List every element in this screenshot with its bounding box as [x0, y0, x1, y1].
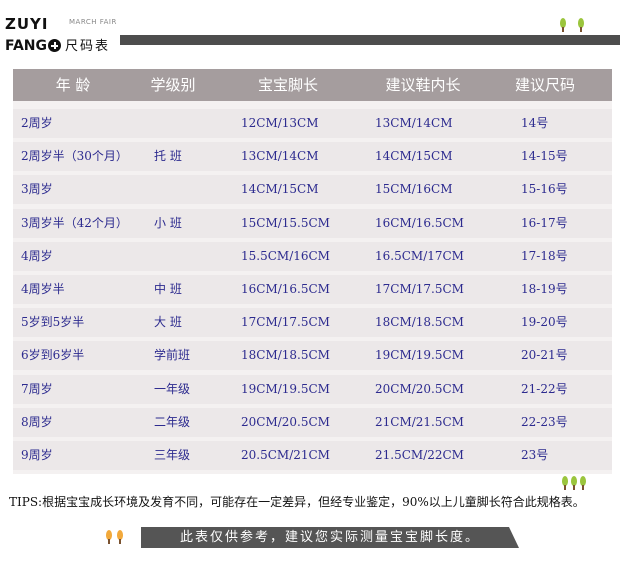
cell-size: 15-16号 — [521, 182, 568, 197]
cell-level: 二年级 — [154, 414, 191, 429]
cell-inner-length: 18CM/18.5CM — [375, 315, 464, 330]
cell-foot-length: 17CM/17.5CM — [241, 315, 330, 330]
brand-logo: ZUYI MARCH FAIR FANG 尺码表 — [5, 14, 116, 54]
cell-level: 托 班 — [154, 149, 182, 164]
cell-age: 5岁到5岁半 — [21, 315, 85, 330]
cell-level: 一年级 — [154, 381, 191, 396]
brand-subtitle: MARCH FAIR — [69, 18, 117, 26]
tree-icon — [561, 476, 569, 490]
cell-age: 2周岁 — [21, 116, 53, 130]
cell-level: 三年级 — [154, 448, 191, 462]
cell-inner-length: 14CM/15CM — [375, 149, 453, 164]
cell-foot-length: 20.5CM/21CM — [241, 448, 330, 462]
cell-foot-length: 15CM/15.5CM — [241, 215, 330, 230]
table-row: 2周岁 12CM/13CM 13CM/14CM 14号 — [13, 109, 612, 138]
cell-size: 19-20号 — [521, 315, 568, 330]
brand-fang: FANG — [5, 38, 47, 54]
cell-age: 8周岁 — [21, 414, 53, 429]
cell-age: 7周岁 — [21, 381, 53, 396]
cell-size: 16-17号 — [521, 215, 568, 230]
cell-inner-length: 16.5CM/17CM — [375, 248, 464, 263]
table-row: 4周岁 15.5CM/16CM 16.5CM/17CM 17-18号 — [13, 241, 612, 271]
brand-name: ZUYI — [5, 15, 49, 33]
cell-inner-length: 16CM/16.5CM — [375, 215, 464, 230]
cell-age: 2周岁半（30个月） — [21, 149, 128, 164]
cell-foot-length: 20CM/20.5CM — [241, 414, 330, 429]
cell-foot-length: 15.5CM/16CM — [241, 248, 330, 263]
cell-inner-length: 20CM/20.5CM — [375, 381, 464, 396]
cell-size: 21-22号 — [521, 381, 568, 396]
table-row: 8周岁 二年级 20CM/20.5CM 21CM/21.5CM 22-23号 — [13, 407, 612, 437]
table-row: 5岁到5岁半 大 班 17CM/17.5CM 18CM/18.5CM 19-20号 — [13, 308, 612, 338]
footer-note: 此表仅供参考，建议您实际测量宝宝脚长度。 — [141, 527, 519, 548]
table-row: 9周岁 三年级 20.5CM/21CM 21.5CM/22CM 23号 — [13, 441, 612, 470]
table-row: 3周岁 14CM/15CM 15CM/16CM 15-16号 — [13, 175, 612, 205]
cell-inner-length: 15CM/16CM — [375, 182, 453, 197]
cell-size: 20-21号 — [521, 348, 568, 363]
table-row: 3周岁半（42个月） 小 班 15CM/15.5CM 16CM/16.5CM 16-17… — [13, 208, 612, 238]
cell-level: 中 班 — [154, 282, 182, 296]
cell-foot-length: 19CM/19.5CM — [241, 381, 330, 396]
table-row: 4周岁半 中 班 16CM/16.5CM 17CM/17.5CM 18-19号 — [13, 275, 612, 304]
header-level: 学级别 — [150, 76, 196, 94]
table-row: 6岁到6岁半 学前班 18CM/18.5CM 19CM/19.5CM 20-21号 — [13, 341, 612, 371]
cell-foot-length: 16CM/16.5CM — [241, 282, 330, 296]
header-age: 年 龄 — [55, 76, 91, 94]
tree-icon — [105, 530, 113, 544]
cell-age: 4周岁半 — [21, 282, 65, 296]
cell-foot-length: 13CM/14CM — [241, 149, 319, 164]
tree-icon — [570, 476, 578, 490]
cell-foot-length: 14CM/15CM — [241, 182, 319, 197]
table-row: 7周岁 一年级 19CM/19.5CM 20CM/20.5CM 21-22号 — [13, 374, 612, 404]
cell-inner-length: 21.5CM/22CM — [375, 448, 464, 462]
size-chart-table: 年 龄 学级别 宝宝脚长 建议鞋内长 建议尺码 2周岁 12CM/13CM 13CM… — [13, 69, 612, 474]
cell-foot-length: 12CM/13CM — [241, 116, 319, 130]
header-inner-length: 建议鞋内长 — [385, 76, 461, 94]
cell-inner-length: 13CM/14CM — [375, 116, 453, 130]
cell-age: 9周岁 — [21, 448, 53, 462]
header-foot-length: 宝宝脚长 — [257, 76, 318, 94]
brand-row: FANG 尺码表 — [5, 35, 110, 54]
cell-level: 大 班 — [154, 315, 182, 330]
plus-circle-icon — [48, 39, 61, 52]
tree-icon — [116, 530, 124, 544]
cell-inner-length: 19CM/19.5CM — [375, 348, 464, 363]
cell-size: 23号 — [521, 448, 549, 462]
cell-size: 14号 — [521, 116, 549, 130]
cell-size: 22-23号 — [521, 414, 568, 429]
tree-icon — [579, 476, 587, 490]
cell-level: 小 班 — [154, 215, 182, 230]
table-header: 年 龄 学级别 宝宝脚长 建议鞋内长 建议尺码 — [13, 69, 612, 101]
table-row: 2周岁半（30个月） 托 班 13CM/14CM 14CM/15CM 14-15号 — [13, 142, 612, 172]
header-size: 建议尺码 — [514, 76, 575, 94]
cell-age: 3周岁 — [21, 182, 53, 197]
header-bar — [120, 35, 620, 45]
cell-size: 18-19号 — [521, 282, 568, 296]
cell-inner-length: 21CM/21.5CM — [375, 414, 464, 429]
cell-size: 17-18号 — [521, 248, 568, 263]
tree-icon — [577, 18, 585, 32]
page-title: 尺码表 — [65, 39, 111, 54]
cell-age: 6岁到6岁半 — [21, 348, 85, 363]
cell-age: 4周岁 — [21, 248, 53, 263]
cell-foot-length: 18CM/18.5CM — [241, 348, 330, 363]
cell-size: 14-15号 — [521, 149, 568, 164]
tips-text: TIPS:根据宝宝成长环境及发育不同，可能存在一定差异，但经专业鉴定，90%以上… — [9, 495, 585, 509]
cell-inner-length: 17CM/17.5CM — [375, 282, 464, 296]
cell-age: 3周岁半（42个月） — [21, 215, 128, 230]
cell-level: 学前班 — [154, 348, 191, 363]
tree-icon — [559, 18, 567, 32]
